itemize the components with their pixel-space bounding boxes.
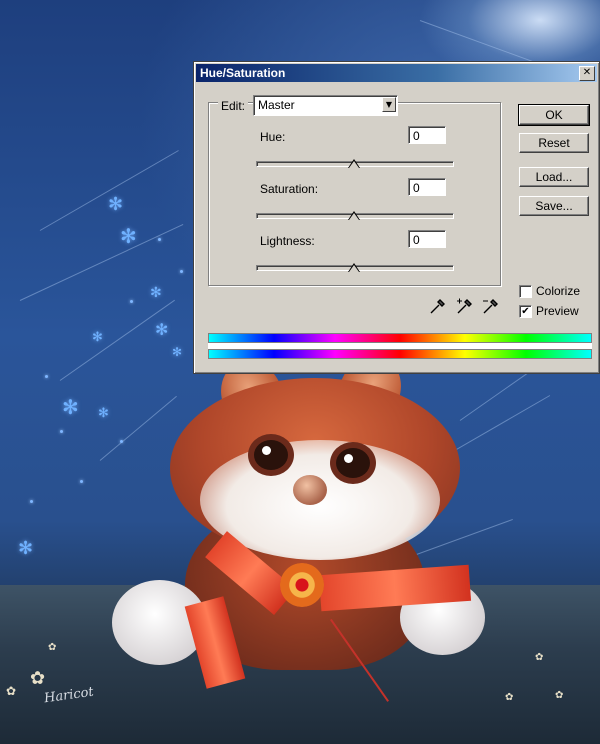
snowflake-flower-icon: ✻ — [18, 538, 34, 559]
snowflake-flower-icon: ✻ — [150, 285, 162, 301]
load-button[interactable]: Load... — [519, 167, 589, 187]
ground-flower-icon: ✿ — [555, 690, 564, 701]
motion-streak — [99, 395, 177, 461]
sparkle-dot — [45, 375, 48, 378]
edit-dropdown[interactable]: Master ▼ — [253, 95, 398, 116]
save-button[interactable]: Save... — [519, 196, 589, 216]
colorize-checkbox[interactable] — [519, 285, 532, 298]
lightness-label: Lightness: — [260, 234, 315, 248]
dropdown-arrow-icon[interactable]: ▼ — [382, 97, 396, 112]
hue-saturation-dialog: Hue/Saturation ✕ Edit: Master ▼ Hue: 0 S… — [193, 61, 600, 374]
sparkle-dot — [80, 480, 83, 483]
lightness-slider-thumb[interactable] — [348, 263, 360, 272]
ground-flower-icon: ✿ — [30, 668, 46, 689]
snowflake-flower-icon: ✻ — [98, 406, 109, 421]
sparkle-dot — [158, 238, 161, 241]
sparkle-dot — [180, 270, 183, 273]
ground-flower-icon: ✿ — [505, 692, 514, 703]
sparkle-dot — [130, 300, 133, 303]
snowflake-flower-icon: ✻ — [155, 320, 169, 339]
bunny-eye-right — [336, 448, 370, 478]
reset-button[interactable]: Reset — [519, 133, 589, 153]
eyedropper-minus-icon[interactable] — [481, 298, 499, 316]
lightness-input[interactable]: 0 — [408, 230, 446, 248]
snowflake-flower-icon: ✻ — [92, 330, 103, 345]
hue-input[interactable]: 0 — [408, 126, 446, 144]
input-color-spectrum — [208, 333, 592, 343]
preview-label[interactable]: Preview — [536, 304, 579, 318]
dialog-title: Hue/Saturation — [200, 66, 286, 80]
edit-label: Edit: — [218, 99, 249, 113]
ground-flower-icon: ✿ — [48, 642, 57, 653]
dialog-titlebar[interactable]: Hue/Saturation ✕ — [196, 64, 597, 82]
motion-streak — [39, 150, 179, 231]
sparkle-dot — [30, 500, 33, 503]
ground-flower-icon: ✿ — [535, 652, 544, 663]
motion-streak — [59, 299, 175, 381]
sparkle-dot — [120, 440, 123, 443]
snowflake-flower-icon: ✻ — [62, 395, 79, 419]
bunny-eye-left — [254, 440, 288, 470]
bunny-nose — [293, 475, 327, 505]
close-icon[interactable]: ✕ — [579, 66, 595, 81]
snowflake-flower-icon: ✻ — [172, 345, 183, 359]
colorize-label[interactable]: Colorize — [536, 284, 580, 298]
flower-brooch — [280, 563, 324, 607]
saturation-slider-thumb[interactable] — [348, 211, 360, 220]
saturation-input[interactable]: 0 — [408, 178, 446, 196]
hue-slider-thumb[interactable] — [348, 159, 360, 168]
adjustment-group — [208, 102, 501, 286]
output-color-spectrum — [208, 349, 592, 359]
sparkle-dot — [60, 430, 63, 433]
edit-dropdown-value: Master — [258, 98, 295, 112]
saturation-label: Saturation: — [260, 182, 319, 196]
preview-checkbox[interactable]: ✔ — [519, 305, 532, 318]
ok-button[interactable]: OK — [518, 104, 590, 126]
snowflake-flower-icon: ✻ — [108, 194, 124, 215]
eyedropper-icon[interactable] — [428, 298, 446, 316]
hue-label: Hue: — [260, 130, 286, 144]
ground-flower-icon: ✿ — [6, 684, 17, 698]
snowflake-flower-icon: ✻ — [120, 224, 137, 248]
eyedropper-plus-icon[interactable] — [455, 298, 473, 316]
